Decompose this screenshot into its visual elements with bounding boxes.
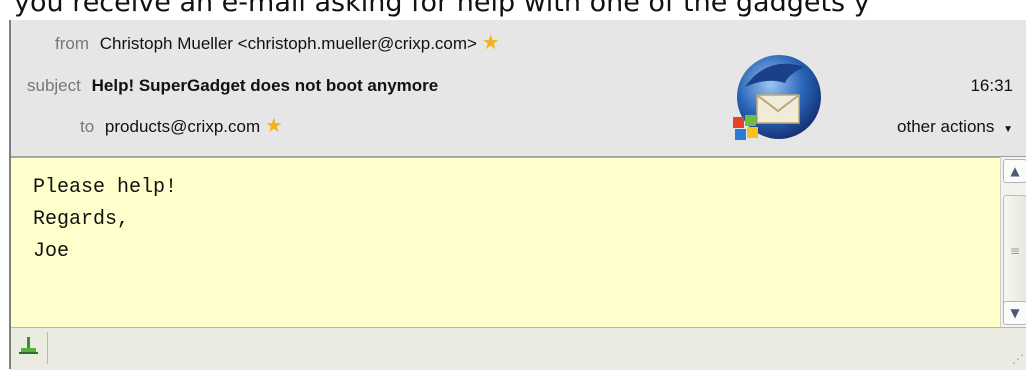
online-status-icon[interactable]: [18, 335, 40, 357]
status-divider: [47, 332, 48, 364]
mail-window: from Christoph Mueller <christoph.muelle…: [9, 20, 1026, 370]
other-actions-label: other actions: [897, 117, 995, 136]
thunderbird-logo: [733, 55, 821, 140]
status-bar: ⋰: [11, 327, 1026, 370]
message-text: Please help! Regards, Joe: [33, 176, 178, 263]
subject-row: subject Help! SuperGadget does not boot …: [27, 76, 438, 96]
to-label: to: [80, 117, 95, 136]
subject-text: Help! SuperGadget does not boot anymore: [91, 76, 439, 95]
scrollbar-thumb[interactable]: ≡: [1003, 195, 1026, 307]
scroll-up-button[interactable]: ▲: [1003, 159, 1026, 183]
chevron-down-icon: ▼: [1010, 306, 1020, 320]
message-time: 16:31: [970, 76, 1013, 95]
resize-grip-icon[interactable]: ⋰: [1012, 352, 1024, 366]
dropdown-arrow-icon: ▼: [1003, 124, 1013, 135]
to-address-link[interactable]: products@crixp.com: [105, 117, 260, 136]
to-row: to products@crixp.com ★: [80, 115, 283, 137]
from-label: from: [55, 34, 89, 53]
from-row: from Christoph Mueller <christoph.muelle…: [55, 32, 500, 54]
page-caption: you receive an e-mail asking for help wi…: [14, 0, 870, 18]
star-icon[interactable]: ★: [482, 32, 500, 54]
message-header: from Christoph Mueller <christoph.muelle…: [11, 20, 1026, 157]
chevron-up-icon: ▲: [1010, 164, 1020, 178]
star-icon[interactable]: ★: [265, 115, 283, 137]
scroll-down-button[interactable]: ▼: [1003, 301, 1026, 325]
subject-label: subject: [27, 76, 81, 95]
grip-icon: ≡: [1009, 244, 1021, 258]
vertical-scrollbar[interactable]: ▲ ≡ ▼: [1000, 157, 1026, 327]
from-address-link[interactable]: Christoph Mueller <christoph.mueller@cri…: [100, 34, 477, 53]
other-actions-button[interactable]: other actions ▼: [897, 117, 1013, 137]
message-body[interactable]: Please help! Regards, Joe: [11, 157, 1000, 328]
